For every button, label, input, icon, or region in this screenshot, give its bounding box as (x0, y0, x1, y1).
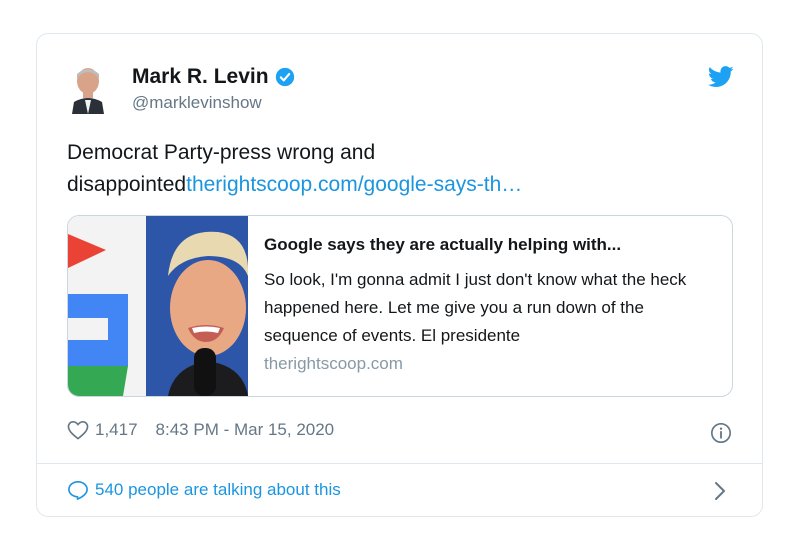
card-title[interactable]: Google says they are actually helping wi… (264, 235, 621, 255)
card-thumbnail[interactable] (68, 216, 248, 396)
divider (37, 463, 762, 464)
author-handle[interactable]: @marklevinshow (132, 93, 262, 113)
card-domain: therightscoop.com (264, 354, 403, 373)
heart-icon[interactable] (67, 420, 89, 440)
tweet-card[interactable]: Mark R. Levin @marklevinshow Democrat Pa… (36, 33, 763, 517)
chevron-right-icon[interactable] (714, 481, 726, 501)
tweet-link[interactable]: therightscoop.com/google-says-th… (186, 173, 522, 196)
verified-badge-icon (275, 67, 294, 87)
twitter-bird-icon[interactable] (708, 66, 734, 88)
avatar[interactable] (70, 64, 106, 114)
author-name[interactable]: Mark R. Levin (132, 65, 295, 89)
like-count[interactable]: 1,417 (95, 420, 138, 440)
link-preview-card[interactable]: Google says they are actually helping wi… (67, 215, 733, 397)
tweet-text: Democrat Party-press wrong and disappoin… (67, 137, 727, 201)
conversation-link[interactable]: 540 people are talking about this (67, 480, 341, 500)
timestamp[interactable]: 8:43 PM - Mar 15, 2020 (156, 420, 335, 440)
card-description: So look, I'm gonna admit I just don't kn… (264, 270, 687, 345)
info-icon[interactable] (710, 422, 732, 444)
tweet-meta: 1,417 8:43 PM - Mar 15, 2020 (67, 420, 334, 440)
talking-count[interactable]: 540 people are talking about this (95, 480, 341, 500)
author-name-text[interactable]: Mark R. Levin (132, 65, 269, 89)
speech-bubble-icon (68, 481, 88, 500)
